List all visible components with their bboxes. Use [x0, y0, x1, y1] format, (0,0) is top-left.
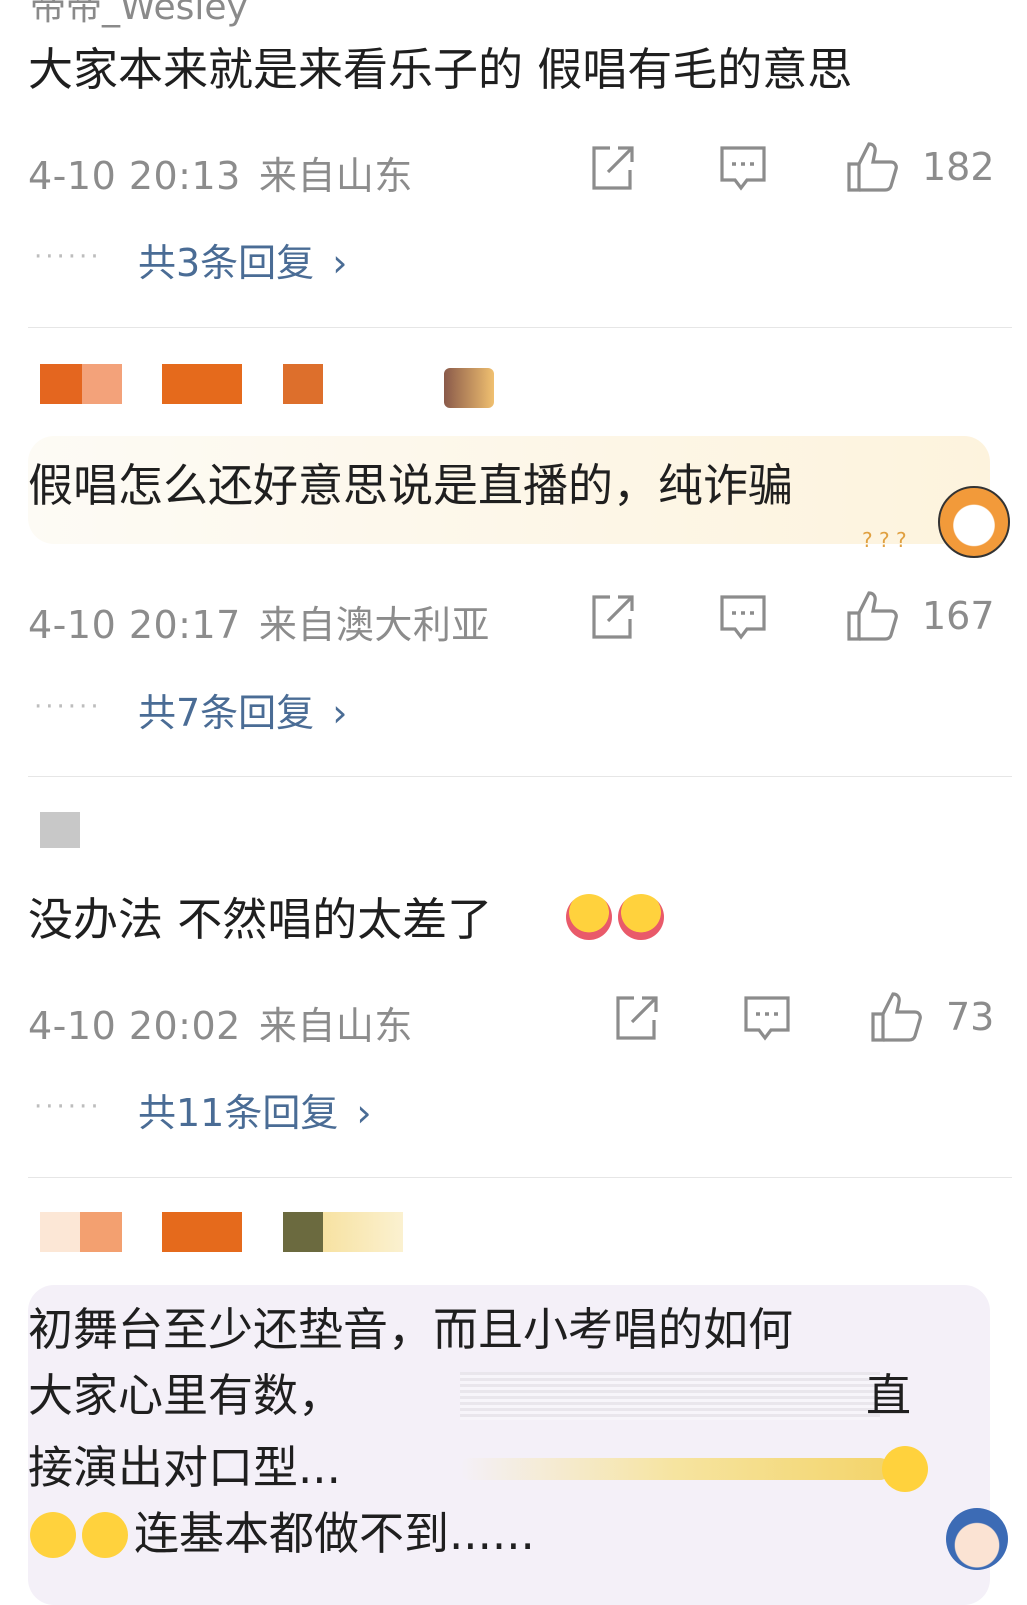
comment-time: 4-10 20:17	[28, 603, 241, 647]
comment-text-line: 初舞台至少还垫音，而且小考唱的如何	[28, 1303, 794, 1356]
chevron-right-icon: ›	[356, 1091, 372, 1135]
divider	[28, 1177, 1012, 1178]
upside-down-face-icon	[30, 1512, 76, 1558]
comment-time: 4-10 20:13	[28, 154, 241, 198]
comment-location: 来自澳大利亚	[258, 603, 490, 647]
chevron-right-icon: ›	[332, 691, 348, 735]
reply-dots: ······	[34, 1092, 102, 1122]
like-count: 167	[922, 594, 995, 638]
comment-text: 假唱怎么还好意思说是直播的，纯诈骗	[28, 459, 794, 512]
reply-dots: ······	[34, 692, 102, 722]
like-icon[interactable]	[845, 138, 901, 194]
share-icon[interactable]	[586, 591, 638, 643]
badge-icon	[444, 368, 494, 408]
sticker-marks: ? ? ?	[862, 528, 907, 552]
like-count: 182	[922, 145, 995, 189]
redacted-text	[460, 1458, 890, 1480]
upside-down-face-icon	[882, 1446, 928, 1492]
view-replies-link[interactable]: 共11条回复 ›	[138, 1082, 372, 1137]
replies-label: 共11条回复	[138, 1091, 339, 1135]
like-count: 73	[946, 995, 995, 1039]
pearl-earring-sticker-icon	[946, 1508, 1008, 1570]
comment-icon[interactable]	[717, 142, 769, 194]
comment-text-line: 连基本都做不到......	[134, 1507, 535, 1560]
comment-text: 大家本来就是来看乐子的 假唱有毛的意思	[28, 43, 853, 96]
redacted-text	[460, 1372, 880, 1420]
comment-icon[interactable]	[717, 591, 769, 643]
chevron-right-icon: ›	[332, 241, 348, 285]
hug-emoji-icon	[618, 894, 664, 940]
comment-meta: 4-10 20:13 来自山东	[28, 145, 413, 200]
divider	[28, 327, 1012, 328]
divider	[28, 776, 1012, 777]
comment-text-line: 大家心里有数，	[28, 1369, 344, 1422]
like-icon[interactable]	[845, 587, 901, 643]
reply-dots: ······	[34, 242, 102, 272]
comment-meta: 4-10 20:17 来自澳大利亚	[28, 594, 490, 649]
comment-location: 来自山东	[258, 154, 413, 198]
share-icon[interactable]	[610, 992, 662, 1044]
view-replies-link[interactable]: 共3条回复 ›	[138, 232, 347, 287]
tiger-sticker-icon	[938, 486, 1010, 558]
replies-label: 共3条回复	[138, 241, 315, 285]
share-icon[interactable]	[586, 142, 638, 194]
comment-text-fragment: 直	[866, 1369, 912, 1422]
comment-icon[interactable]	[741, 992, 793, 1044]
comment-text: 没办法 不然唱的太差了	[28, 893, 493, 946]
comment-meta: 4-10 20:02 来自山东	[28, 995, 413, 1050]
comment-text-line: 接演出对口型...	[28, 1441, 341, 1494]
view-replies-link[interactable]: 共7条回复 ›	[138, 682, 347, 737]
comment-time: 4-10 20:02	[28, 1004, 241, 1048]
replies-label: 共7条回复	[138, 691, 315, 735]
comment-location: 来自山东	[258, 1004, 413, 1048]
like-icon[interactable]	[869, 988, 925, 1044]
top-username[interactable]: 帝帝_Wesley	[30, 0, 248, 30]
hug-emoji-icon	[566, 894, 612, 940]
upside-down-face-icon	[82, 1512, 128, 1558]
